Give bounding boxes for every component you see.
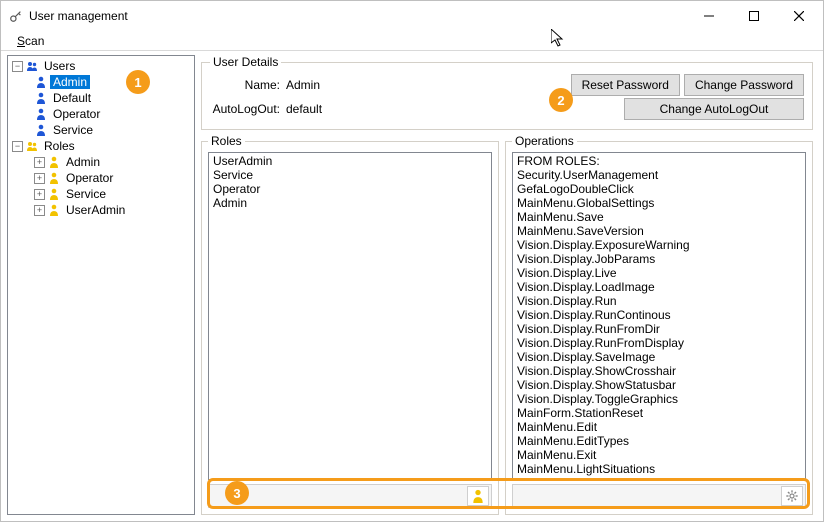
client-area: − Users Admin Default Operator Service — [1, 51, 823, 521]
list-item[interactable]: FROM ROLES: — [517, 154, 801, 168]
change-password-button[interactable]: Change Password — [684, 74, 804, 96]
user-details-group: User Details Name: Admin Reset Password … — [201, 55, 813, 130]
operations-list[interactable]: FROM ROLES:Security.UserManagementGefaLo… — [512, 152, 806, 480]
reset-password-button[interactable]: Reset Password — [571, 74, 680, 96]
name-value: Admin — [286, 78, 571, 92]
user-icon — [34, 92, 48, 104]
right-panel: User Details Name: Admin Reset Password … — [197, 55, 817, 515]
operations-toolbar — [512, 484, 806, 508]
gear-icon — [785, 489, 799, 503]
list-item[interactable]: Vision.Display.ShowStatusbar — [517, 378, 801, 392]
tree-user-default[interactable]: Default — [50, 91, 94, 105]
list-item[interactable]: Service — [213, 168, 487, 182]
role-icon — [471, 489, 485, 503]
close-button[interactable] — [776, 2, 821, 30]
minimize-button[interactable] — [686, 2, 731, 30]
tree-panel: − Users Admin Default Operator Service — [7, 55, 195, 515]
list-item[interactable]: Vision.Display.Live — [517, 266, 801, 280]
tree-user-admin[interactable]: Admin — [50, 75, 90, 89]
operations-legend: Operations — [512, 134, 577, 148]
operations-settings-button[interactable] — [781, 486, 803, 506]
autologout-label: AutoLogOut: — [210, 102, 280, 116]
tree-expander-role[interactable]: + — [34, 189, 45, 200]
list-item[interactable]: Vision.Display.RunFromDir — [517, 322, 801, 336]
autologout-value: default — [286, 102, 624, 116]
titlebar: User management — [1, 1, 823, 31]
tree-expander-role[interactable]: + — [34, 173, 45, 184]
tree-user-operator[interactable]: Operator — [50, 107, 103, 121]
roles-folder-icon — [25, 140, 39, 152]
list-item[interactable]: MainMenu.SaveVersion — [517, 224, 801, 238]
window-title: User management — [29, 9, 686, 23]
list-item[interactable]: MainMenu.GlobalSettings — [517, 196, 801, 210]
tree-roles-label[interactable]: Roles — [41, 139, 78, 153]
list-item[interactable]: Vision.Display.RunContinous — [517, 308, 801, 322]
tree-user-service[interactable]: Service — [50, 123, 96, 137]
list-item[interactable]: Vision.Display.ToggleGraphics — [517, 392, 801, 406]
users-folder-icon — [25, 60, 39, 72]
tree-role-operator[interactable]: Operator — [63, 171, 116, 185]
callout-3: 3 — [225, 481, 249, 505]
roles-legend: Roles — [208, 134, 245, 148]
roles-list[interactable]: UserAdminServiceOperatorAdmin — [208, 152, 492, 480]
list-item[interactable]: Vision.Display.Run — [517, 294, 801, 308]
role-icon — [47, 156, 61, 168]
user-details-legend: User Details — [210, 55, 281, 69]
tree-role-useradmin[interactable]: UserAdmin — [63, 203, 128, 217]
change-autologout-button[interactable]: Change AutoLogOut — [624, 98, 804, 120]
list-item[interactable]: Vision.Display.RunFromDisplay — [517, 336, 801, 350]
menu-scan[interactable]: Scan — [11, 33, 50, 49]
list-item[interactable]: Vision.Display.LoadImage — [517, 280, 801, 294]
list-item[interactable]: Vision.Display.ShowCrosshair — [517, 364, 801, 378]
name-label: Name: — [210, 78, 280, 92]
list-item[interactable]: MainMenu.Exit — [517, 448, 801, 462]
roles-group: Roles UserAdminServiceOperatorAdmin — [201, 134, 499, 515]
list-item[interactable]: Security.UserManagement — [517, 168, 801, 182]
user-icon — [34, 76, 48, 88]
role-icon — [47, 172, 61, 184]
list-item[interactable]: GefaLogoDoubleClick — [517, 182, 801, 196]
list-item[interactable]: MainForm.StationReset — [517, 406, 801, 420]
list-item[interactable]: Vision.Display.SaveImage — [517, 350, 801, 364]
user-management-window: User management Scan − Users — [0, 0, 824, 522]
maximize-button[interactable] — [731, 2, 776, 30]
tree-expander-users[interactable]: − — [12, 61, 23, 72]
list-item[interactable]: MainMenu.Edit — [517, 420, 801, 434]
list-item[interactable]: MainMenu.LightSituations — [517, 462, 801, 476]
tree-expander-role[interactable]: + — [34, 157, 45, 168]
user-icon — [34, 108, 48, 120]
list-item[interactable]: Vision.Display.ExposureWarning — [517, 238, 801, 252]
list-item[interactable]: Vision.Display.JobParams — [517, 252, 801, 266]
add-role-button[interactable] — [467, 486, 489, 506]
role-icon — [47, 188, 61, 200]
tree-expander-role[interactable]: + — [34, 205, 45, 216]
key-icon — [9, 9, 23, 23]
role-icon — [47, 204, 61, 216]
list-item[interactable]: MainMenu.Save — [517, 210, 801, 224]
callout-1: 1 — [126, 70, 150, 94]
callout-2: 2 — [549, 88, 573, 112]
list-item[interactable]: MainMenu.EditTypes — [517, 434, 801, 448]
list-item[interactable]: Operator — [213, 182, 487, 196]
user-icon — [34, 124, 48, 136]
menubar: Scan — [1, 31, 823, 51]
tree-users-label[interactable]: Users — [41, 59, 78, 73]
roles-toolbar — [208, 484, 492, 508]
tree-role-service[interactable]: Service — [63, 187, 109, 201]
tree-role-admin[interactable]: Admin — [63, 155, 103, 169]
tree-expander-roles[interactable]: − — [12, 141, 23, 152]
list-item[interactable]: UserAdmin — [213, 154, 487, 168]
operations-group: Operations FROM ROLES:Security.UserManag… — [505, 134, 813, 515]
list-item[interactable]: Admin — [213, 196, 487, 210]
